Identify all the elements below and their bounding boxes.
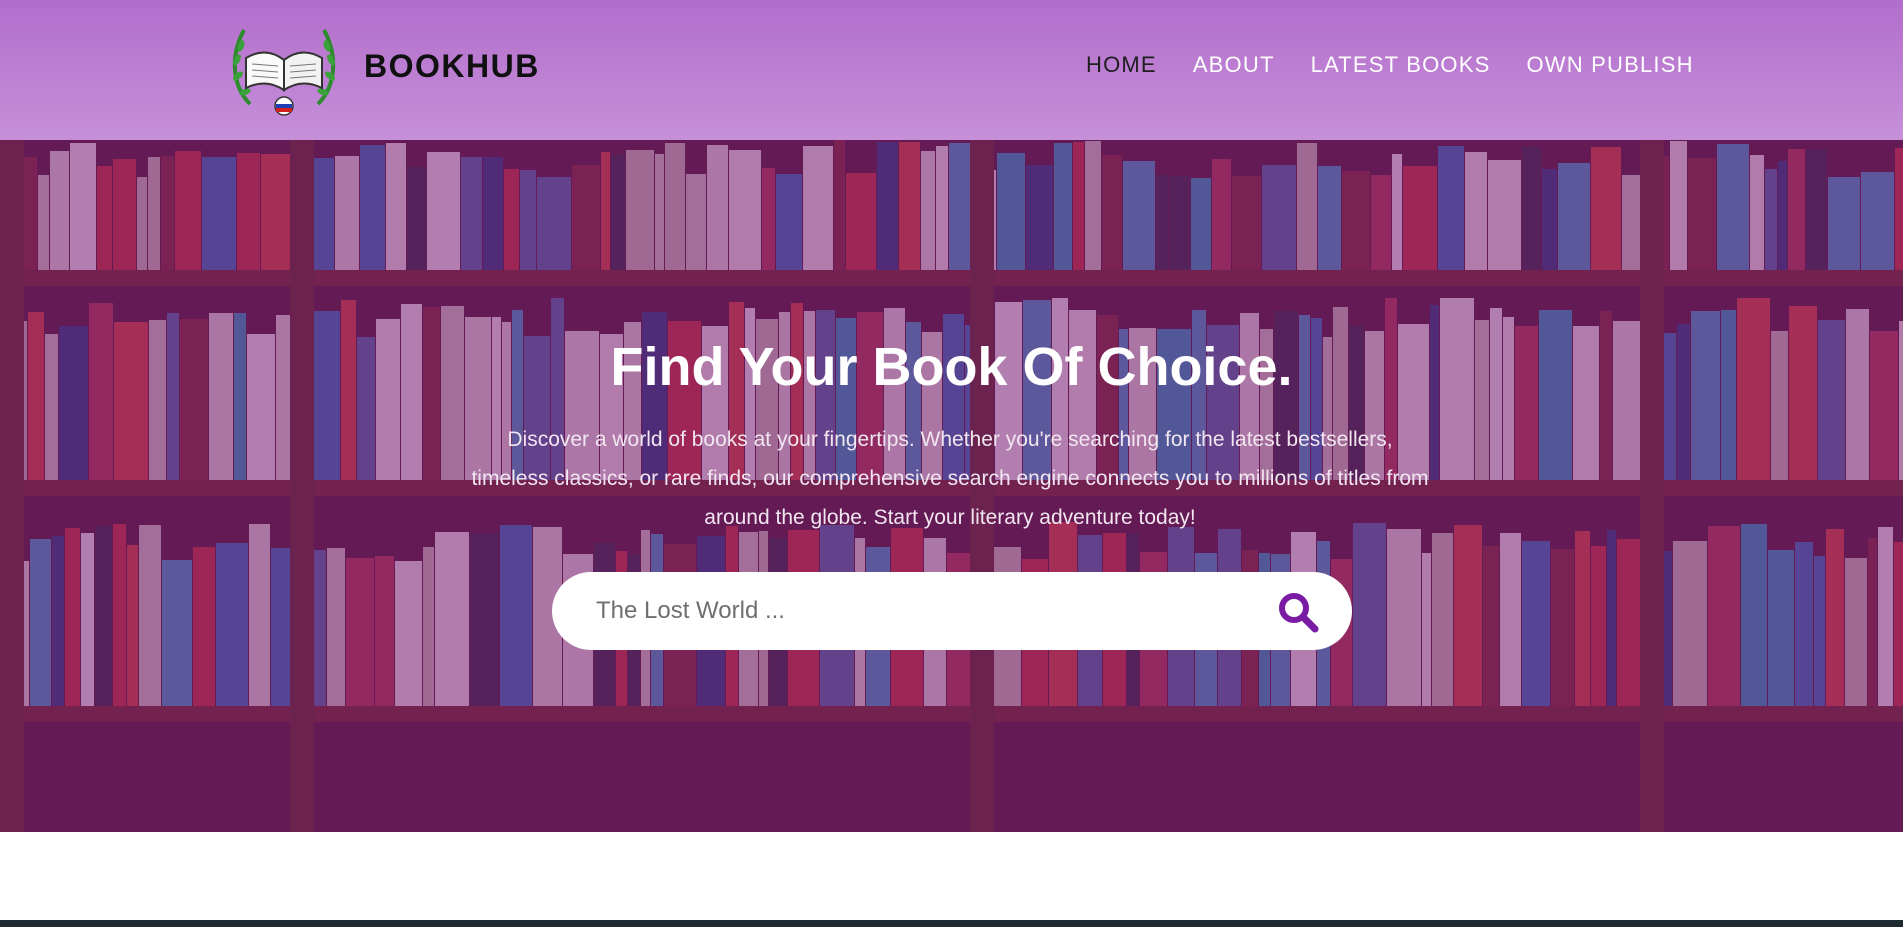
search-bar [552, 572, 1352, 650]
hero-title: Find Your Book Of Choice. [610, 337, 1293, 397]
site-header: BOOKHUB HOME ABOUT LATEST BOOKS OWN PUBL… [0, 0, 1903, 140]
page-content-area [0, 832, 1903, 920]
brand-name[interactable]: BOOKHUB [364, 48, 540, 85]
search-icon[interactable] [1276, 590, 1320, 634]
nav-latest-books[interactable]: LATEST BOOKS [1311, 52, 1491, 78]
nav-about[interactable]: ABOUT [1193, 52, 1275, 78]
nav-own-publish[interactable]: OWN PUBLISH [1526, 52, 1693, 78]
nav-home[interactable]: HOME [1086, 52, 1157, 78]
hero-section: Find Your Book Of Choice. Discover a wor… [0, 140, 1903, 832]
hero-subtitle: Discover a world of books at your finger… [471, 428, 1429, 529]
search-input[interactable] [594, 596, 1258, 626]
logo-icon[interactable] [228, 16, 340, 120]
bottom-divider [0, 920, 1903, 927]
main-nav: HOME ABOUT LATEST BOOKS OWN PUBLISH [1086, 52, 1694, 78]
